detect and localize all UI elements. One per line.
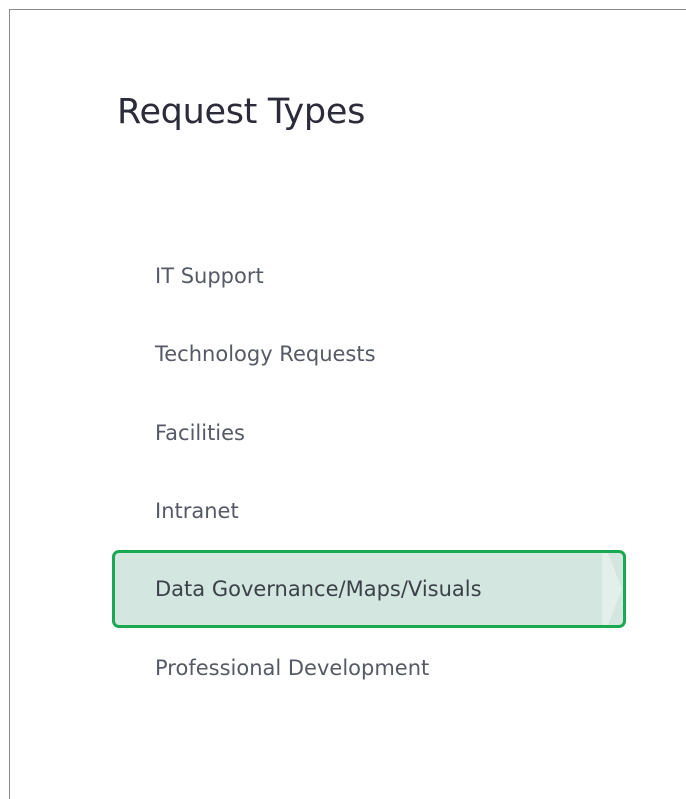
request-types-panel: Request Types IT Support Technology Requ…	[9, 9, 686, 799]
menu-item-label: IT Support	[155, 264, 264, 288]
menu-item-intranet[interactable]: Intranet	[112, 472, 626, 550]
request-types-menu: IT Support Technology Requests Facilitie…	[10, 10, 686, 799]
menu-item-label: Professional Development	[155, 656, 430, 680]
active-indicator-arrow-icon	[600, 550, 626, 628]
menu-item-data-governance-maps-visuals[interactable]: Data Governance/Maps/Visuals	[112, 550, 626, 628]
menu-item-label: Data Governance/Maps/Visuals	[155, 577, 482, 601]
menu-item-it-support[interactable]: IT Support	[112, 237, 626, 315]
menu-item-label: Facilities	[155, 421, 245, 445]
menu-item-technology-requests[interactable]: Technology Requests	[112, 315, 626, 393]
menu-item-label: Intranet	[155, 499, 239, 523]
menu-item-professional-development[interactable]: Professional Development	[112, 629, 626, 707]
menu-item-label: Technology Requests	[155, 342, 376, 366]
menu-item-facilities[interactable]: Facilities	[112, 394, 626, 472]
